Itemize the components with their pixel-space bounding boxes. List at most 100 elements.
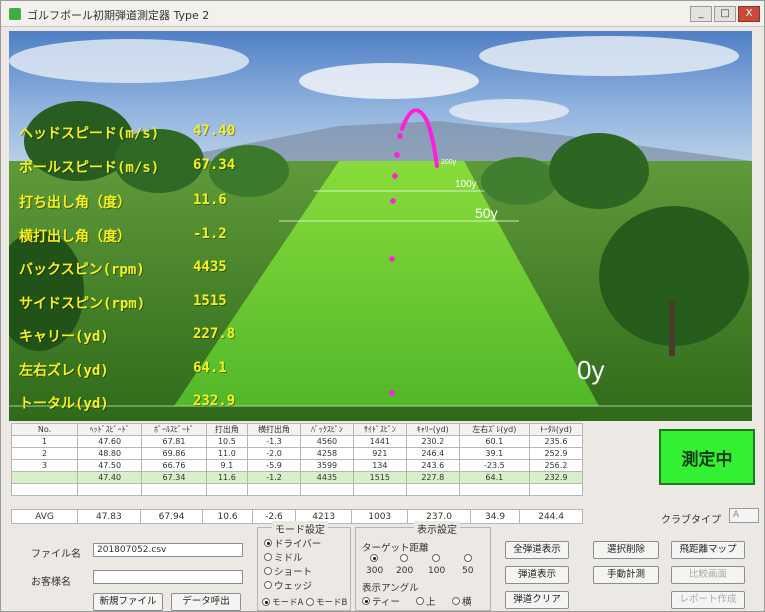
radio-icon — [362, 597, 370, 605]
radio-wedge[interactable]: ウェッジ — [264, 578, 312, 592]
minimize-button[interactable]: _ — [690, 6, 712, 22]
cell: -2.0 — [247, 447, 301, 460]
table-row-empty — [11, 483, 584, 496]
column-header[interactable]: ｻｲﾄﾞｽﾋﾟﾝ — [352, 423, 407, 436]
stat-label: キャリー(yd) — [19, 329, 109, 345]
stat-value: 1515 — [193, 293, 227, 309]
table-row[interactable]: 3 47.50 66.76 9.1 -5.9 3599 134 243.6 -2… — [11, 459, 584, 472]
cell: 244.4 — [519, 509, 583, 524]
radio-icon — [264, 581, 272, 589]
target-value-100: 100 — [428, 566, 446, 576]
stat-label: トータル(yd) — [19, 396, 109, 412]
cell: 2 — [11, 447, 78, 460]
stat-label: サイドスピン(rpm) — [19, 296, 146, 312]
customer-name-field[interactable] — [93, 570, 243, 584]
radio-label: 横 — [462, 597, 472, 608]
column-header[interactable]: 横打出角 — [247, 423, 301, 436]
column-header[interactable]: 左右ｽﾞﾚ(yd) — [458, 423, 530, 436]
target-value-300: 300 — [366, 566, 384, 576]
show-all-trajectories-button[interactable]: 全弾道表示 — [505, 541, 569, 559]
stat-sidespin: サイドスピン(rpm) 1515 — [19, 293, 259, 321]
cell: 232.9 — [528, 471, 584, 484]
radio-short[interactable]: ショート — [264, 564, 312, 578]
cell: -23.5 — [458, 459, 530, 472]
cell: 39.1 — [458, 447, 530, 460]
distance-map-button[interactable]: 飛距離マップ — [671, 541, 745, 559]
manual-measure-button[interactable]: 手動計測 — [593, 566, 659, 584]
create-report-button[interactable]: レポート作成 — [671, 591, 745, 609]
angle-radio-side[interactable]: 横 — [452, 594, 472, 608]
cell: 134 — [352, 459, 407, 472]
table-row-current[interactable]: 47.40 67.34 11.6 -1.2 4435 1515 227.8 64… — [11, 471, 584, 484]
radio-mode-b[interactable]: モードB — [306, 596, 347, 608]
stat-side-angle: 横打出し角（度） -1.2 — [19, 226, 259, 254]
column-header[interactable]: ﾍｯﾄﾞｽﾋﾟｰﾄﾞ — [76, 423, 143, 436]
delete-selected-button[interactable]: 選択削除 — [593, 541, 659, 559]
cell: 4435 — [300, 471, 354, 484]
cell: 69.86 — [141, 447, 207, 460]
club-type-select[interactable]: A — [729, 508, 759, 523]
app-icon — [9, 8, 21, 20]
column-header[interactable]: ﾎﾞｰﾙｽﾋﾟｰﾄﾞ — [141, 423, 207, 436]
cell: 47.50 — [76, 459, 143, 472]
radio-label: ドライバー — [274, 539, 322, 550]
column-header[interactable]: No. — [11, 423, 78, 436]
distance-label-200: 200y — [441, 159, 457, 166]
stat-value: 11.6 — [193, 192, 227, 208]
column-header[interactable]: ｷｬﾘｰ(yd) — [405, 423, 460, 436]
column-header[interactable]: 打出角 — [205, 423, 249, 436]
clear-trajectory-button[interactable]: 弾道クリア — [505, 591, 569, 609]
maximize-button[interactable]: □ — [714, 6, 736, 22]
cell: 1 — [11, 435, 78, 448]
table-header-row: No. ﾍｯﾄﾞｽﾋﾟｰﾄﾞ ﾎﾞｰﾙｽﾋﾟｰﾄﾞ 打出角 横打出角 ﾊﾞｯｸｽ… — [11, 423, 584, 436]
stat-label: 横打出し角（度） — [19, 229, 131, 245]
measuring-button[interactable]: 測定中 — [659, 429, 755, 485]
table-row[interactable]: 1 47.60 67.81 10.5 -1.3 4560 1441 230.2 … — [11, 435, 584, 448]
target-value-50: 50 — [462, 566, 474, 576]
mode-settings-group: モード設定 ドライバー ミドル ショート ウェッジ モードA モードB — [257, 521, 351, 611]
table-row[interactable]: 2 48.80 69.86 11.0 -2.0 4258 921 246.4 3… — [11, 447, 584, 460]
trajectory-dot — [390, 198, 396, 204]
cell: 1003 — [351, 509, 409, 524]
radio-label: 上 — [426, 597, 436, 608]
stat-value: 67.34 — [193, 157, 236, 173]
cell: 11.0 — [205, 447, 249, 460]
show-trajectory-button[interactable]: 弾道表示 — [505, 566, 569, 584]
cell: AVG — [11, 509, 78, 524]
angle-radio-top[interactable]: 上 — [416, 594, 436, 608]
target-radio-200[interactable] — [400, 554, 408, 562]
stat-label: 打ち出し角（度） — [19, 195, 131, 211]
target-radio-100[interactable] — [432, 554, 440, 562]
load-data-button[interactable]: データ呼出 — [171, 593, 241, 611]
target-radio-50[interactable] — [464, 554, 472, 562]
distance-label-50: 50y — [475, 205, 498, 221]
column-header[interactable]: ﾊﾞｯｸｽﾋﾟﾝ — [300, 423, 354, 436]
new-file-button[interactable]: 新規ファイル — [93, 593, 163, 611]
radio-mode-a[interactable]: モードA — [262, 596, 303, 608]
compare-screen-button[interactable]: 比較画面 — [671, 566, 745, 584]
cell: -1.3 — [247, 435, 301, 448]
cell: 67.34 — [141, 471, 207, 484]
cell: 235.6 — [528, 435, 584, 448]
angle-radio-tee[interactable]: ティー — [362, 594, 400, 608]
target-radio-300[interactable] — [370, 554, 378, 562]
stat-carry: キャリー(yd) 227.8 — [19, 326, 259, 354]
cell: 230.2 — [405, 435, 460, 448]
column-header[interactable]: ﾄｰﾀﾙ(yd) — [528, 423, 584, 436]
stat-head-speed: ヘッドスピード(m/s) 47.40 — [19, 123, 259, 151]
cell: 3 — [11, 459, 78, 472]
file-name-label: ファイル名 — [31, 549, 81, 560]
radio-icon — [264, 539, 272, 547]
close-button[interactable]: X — [738, 6, 760, 22]
radio-driver[interactable]: ドライバー — [264, 536, 321, 550]
cell: 64.1 — [458, 471, 530, 484]
distance-label-0: 0y — [577, 355, 605, 385]
cell: 256.2 — [528, 459, 584, 472]
file-name-field[interactable]: 201807052.csv — [93, 543, 243, 557]
radio-middle[interactable]: ミドル — [264, 550, 303, 564]
cell: 227.8 — [405, 471, 460, 484]
cell: 1515 — [352, 471, 407, 484]
cell: 1441 — [352, 435, 407, 448]
cell: 10.6 — [202, 509, 253, 524]
title-bar: ゴルフボール初期弾道測定器 Type 2 _ □ X — [1, 1, 764, 27]
